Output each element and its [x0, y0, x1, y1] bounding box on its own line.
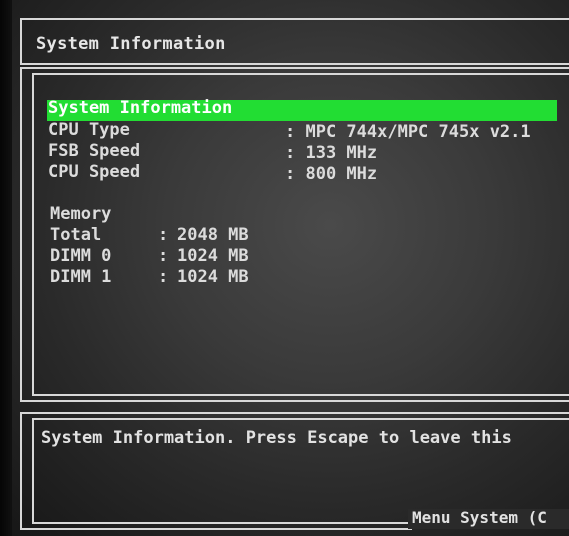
title-box-border-left — [20, 18, 22, 65]
memory-dimm1-value: 1024 MB — [177, 267, 249, 287]
section-heading-system-information[interactable]: System Information — [48, 98, 232, 118]
memory-dimm0-value: 1024 MB — [177, 246, 249, 266]
window-title: System Information — [36, 34, 226, 54]
monitor-bezel — [0, 0, 12, 536]
main-box-border-bottom-outer — [20, 400, 569, 402]
cpu-type-label: CPU Type — [48, 120, 130, 140]
help-box-border-bottom-outer — [20, 528, 412, 530]
memory-total-separator: : — [158, 225, 169, 245]
memory-dimm0-separator: : — [158, 246, 169, 266]
main-box-border-left-outer — [20, 67, 22, 402]
help-box-border-left-inner — [32, 418, 34, 524]
help-box-border-left-outer — [20, 412, 22, 530]
memory-total-value: 2048 MB — [177, 225, 249, 245]
fsb-speed-value: : 133 MHz — [285, 143, 378, 163]
memory-dimm0-label: DIMM 0 — [50, 246, 112, 266]
help-box-border-top-inner — [32, 418, 569, 420]
cpu-type-value: : MPC 744x/MPC 745x v2.1 — [285, 122, 531, 142]
main-box-border-bottom-inner — [32, 394, 569, 396]
help-box-border-bottom-inner — [32, 522, 412, 524]
main-box-border-top-outer — [20, 67, 569, 69]
cpu-speed-value: : 800 MHz — [285, 164, 378, 184]
main-box-border-top-inner — [32, 73, 569, 75]
title-box-border-top — [20, 18, 569, 20]
memory-dimm1-separator: : — [158, 267, 169, 287]
bios-screen: System Information System Information CP… — [0, 0, 569, 536]
help-box-border-top-outer — [20, 412, 569, 414]
title-box-border-bottom — [20, 63, 569, 65]
main-box-border-left-inner — [32, 73, 34, 396]
help-message: System Information. Press Escape to leav… — [41, 428, 512, 448]
memory-dimm1-label: DIMM 1 — [50, 267, 112, 287]
fsb-speed-label: FSB Speed — [48, 141, 141, 161]
cpu-speed-label: CPU Speed — [48, 162, 141, 182]
memory-total-label: Total — [50, 225, 102, 245]
memory-heading: Memory — [50, 204, 112, 224]
footer-menu-system-label: Menu System (C — [412, 508, 547, 527]
